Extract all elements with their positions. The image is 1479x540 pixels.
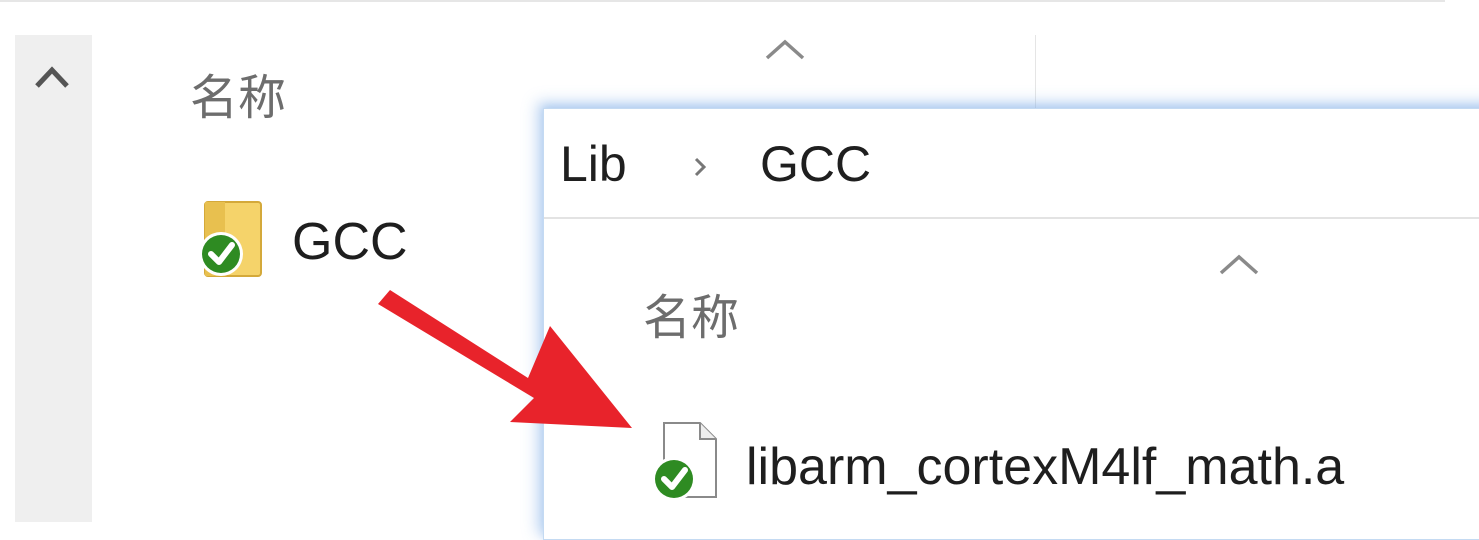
scroll-up-arrow-icon[interactable] [32,58,72,98]
address-bar[interactable]: Lib GCC [544,109,1479,219]
red-annotation-arrow-icon [378,290,632,428]
column-separator [1035,35,1036,115]
breadcrumb-lib[interactable]: Lib [560,139,627,189]
name-column-header[interactable]: 名称 [190,75,286,123]
folder-icon [199,201,262,277]
vertical-scrollbar[interactable] [15,35,92,522]
name-column-header[interactable]: 名称 [643,295,739,343]
file-row-libarm[interactable]: libarm_cortexM4lf_math.a [648,421,1468,503]
file-name: libarm_cortexM4lf_math.a [746,438,1345,496]
sort-ascending-caret-icon [1219,254,1259,275]
sort-ascending-caret-icon [765,39,805,60]
folder-row-gcc[interactable]: GCC [195,198,425,280]
breadcrumb-chevron-icon[interactable] [692,153,710,181]
explorer-window: Lib GCC 名称 libarm_cortexM4lf_math.a [543,108,1479,540]
document-icon [652,422,717,501]
breadcrumb-gcc[interactable]: GCC [760,139,871,189]
folder-name: GCC [292,213,408,271]
top-divider [0,0,1445,2]
